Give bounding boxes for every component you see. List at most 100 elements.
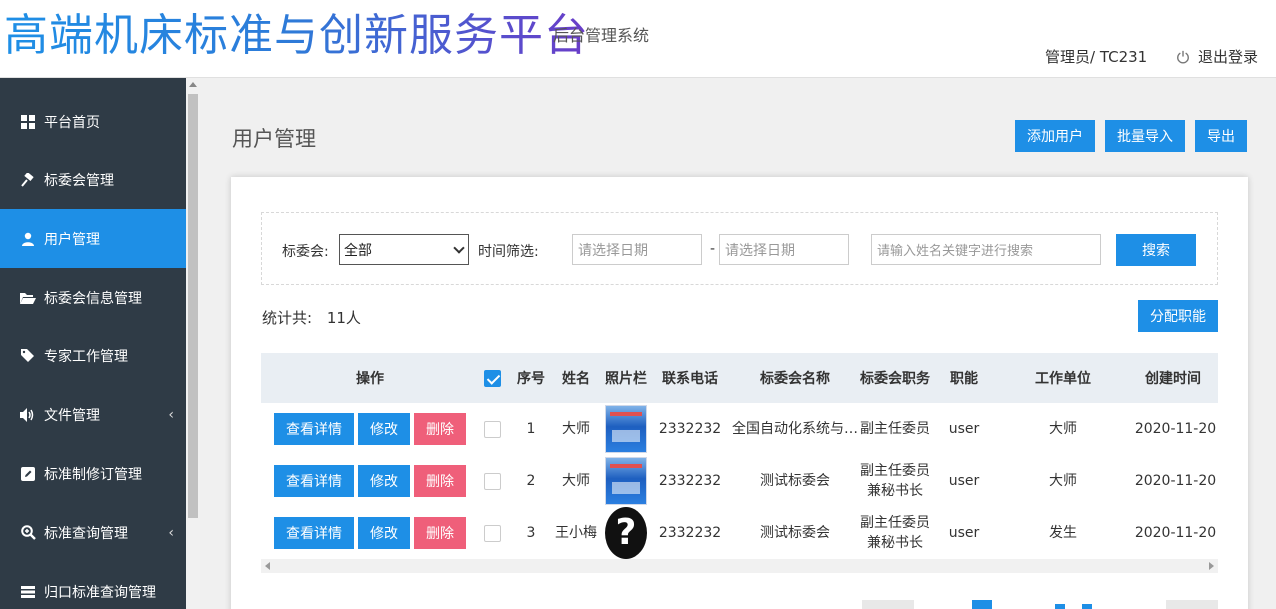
sidebar-item-standard-revision[interactable]: 标准制修订管理: [0, 444, 186, 503]
sidebar-item-label: 用户管理: [44, 231, 100, 248]
table-row: 查看详情 修改 删除 1 大师 2332232 全国自动化系统与… 副主任委员 …: [261, 403, 1218, 455]
view-details-button[interactable]: 查看详情: [274, 517, 354, 549]
cell-company: 大师: [1049, 473, 1077, 489]
stat-count: 11人: [326, 309, 361, 327]
scroll-right-arrow-icon[interactable]: [1209, 562, 1214, 570]
sidebar-item-home[interactable]: 平台首页: [0, 92, 186, 151]
page-title: 用户管理: [232, 127, 316, 151]
assign-role-button[interactable]: 分配职能: [1138, 300, 1218, 332]
logout-label: 退出登录: [1198, 48, 1259, 66]
sidebar-item-standard-query[interactable]: 标准查询管理 ‹: [0, 503, 186, 562]
gavel-icon: [20, 172, 36, 188]
edit-icon: [20, 466, 36, 482]
sidebar-item-committee-info[interactable]: 标委会信息管理: [0, 268, 186, 327]
committee-select-value: 全部: [344, 242, 372, 259]
scroll-up-arrow-icon[interactable]: [189, 82, 197, 87]
row-checkbox-cell[interactable]: [479, 455, 505, 507]
table-row: 查看详情 修改 删除 3 王小梅 ? 2332232 测试标委会 副主任委员兼秘…: [261, 507, 1218, 559]
cell-company: 发生: [1049, 525, 1077, 541]
select-all-checkbox[interactable]: [483, 369, 501, 387]
col-position: 标委会职务: [860, 371, 930, 387]
edit-button[interactable]: 修改: [358, 517, 410, 549]
row-checkbox[interactable]: [483, 420, 501, 438]
platform-title: 高端机床标准与创新服务平台: [4, 10, 589, 61]
batch-import-button[interactable]: 批量导入: [1105, 120, 1185, 152]
pagination-current-page[interactable]: [972, 600, 992, 609]
user-photo-thumbnail[interactable]: [605, 457, 647, 505]
filter-bar: 标委会: 全部 时间筛选: 请选择日期 - 请选择日期 请输入姓名关键字进行搜索…: [261, 212, 1218, 285]
question-mark-icon[interactable]: ?: [605, 507, 647, 559]
date-end-input[interactable]: 请选择日期: [719, 234, 849, 265]
row-checkbox-cell[interactable]: [479, 507, 505, 559]
row-checkbox[interactable]: [483, 524, 501, 542]
cell-role: user: [948, 421, 980, 437]
grid-icon: [20, 114, 36, 130]
pagination-page[interactable]: [1082, 604, 1092, 609]
power-icon: [1177, 50, 1189, 63]
col-created: 创建时间: [1145, 371, 1201, 387]
content-panel: 标委会: 全部 时间筛选: 请选择日期 - 请选择日期 请输入姓名关键字进行搜索…: [231, 177, 1248, 609]
col-ops: 操作: [356, 371, 384, 387]
delete-button[interactable]: 删除: [414, 465, 466, 497]
logout-button[interactable]: 退出登录: [1176, 46, 1258, 67]
scroll-left-arrow-icon[interactable]: [265, 562, 270, 570]
chevron-left-icon: ‹: [168, 406, 174, 423]
sidebar-item-users[interactable]: 用户管理: [0, 209, 186, 268]
sidebar-item-label: 标准制修订管理: [44, 466, 142, 483]
folder-open-icon: [20, 290, 36, 306]
sidebar: 平台首页 标委会管理 用户管理 标委会信息管理 专家工作管理 文件管理 ‹ 标准…: [0, 78, 186, 609]
cell-role: user: [948, 473, 980, 489]
cell-seq: 1: [526, 421, 536, 437]
col-role: 职能: [950, 371, 978, 387]
sidebar-scrollbar[interactable]: [186, 78, 200, 609]
pagination-first[interactable]: [862, 600, 914, 609]
tags-icon: [20, 348, 36, 364]
edit-button[interactable]: 修改: [358, 465, 410, 497]
platform-subtitle: 后台管理系统: [553, 26, 650, 45]
view-details-button[interactable]: 查看详情: [274, 413, 354, 445]
scrollbar-thumb[interactable]: [188, 94, 198, 518]
col-name: 姓名: [562, 371, 590, 387]
edit-button[interactable]: 修改: [358, 413, 410, 445]
cell-name: 王小梅: [555, 525, 597, 541]
sidebar-item-expert-work[interactable]: 专家工作管理: [0, 326, 186, 385]
cell-created: 2020-11-20: [1134, 473, 1217, 489]
search-plus-icon: [20, 525, 36, 541]
cell-role: user: [948, 525, 980, 541]
keyword-search-input[interactable]: 请输入姓名关键字进行搜索: [871, 234, 1101, 265]
cell-company: 大师: [1049, 421, 1077, 437]
view-details-button[interactable]: 查看详情: [274, 465, 354, 497]
col-select-all[interactable]: [479, 353, 505, 403]
chevron-left-icon: ‹: [168, 524, 174, 541]
cell-name: 大师: [562, 473, 590, 489]
cell-photo: ?: [601, 507, 651, 559]
sidebar-item-label: 归口标准查询管理: [44, 584, 156, 601]
sidebar-item-label: 平台首页: [44, 114, 100, 131]
col-company: 工作单位: [1035, 371, 1091, 387]
col-seq: 序号: [517, 371, 545, 387]
cell-seq: 3: [526, 525, 536, 541]
search-button[interactable]: 搜索: [1116, 234, 1196, 266]
date-range-separator: -: [710, 241, 716, 257]
date-start-input[interactable]: 请选择日期: [572, 234, 702, 265]
col-photo: 照片栏: [605, 371, 647, 387]
cell-position: 副主任委员兼秘书长: [860, 463, 930, 499]
delete-button[interactable]: 删除: [414, 517, 466, 549]
add-user-button[interactable]: 添加用户: [1015, 120, 1095, 152]
user-photo-thumbnail[interactable]: [605, 405, 647, 453]
committee-select[interactable]: 全部: [339, 234, 469, 265]
pagination-last[interactable]: [1166, 600, 1218, 609]
sidebar-item-label: 文件管理: [44, 407, 100, 424]
chevron-down-icon: [453, 242, 465, 254]
table-row: 查看详情 修改 删除 2 大师 2332232 测试标委会 副主任委员兼秘书长 …: [261, 455, 1218, 507]
row-checkbox-cell[interactable]: [479, 403, 505, 455]
table-horizontal-scrollbar[interactable]: [261, 559, 1218, 573]
pagination-page[interactable]: [1055, 604, 1065, 609]
row-checkbox[interactable]: [483, 472, 501, 490]
sidebar-item-committee[interactable]: 标委会管理: [0, 150, 186, 209]
cell-phone: 2332232: [658, 421, 722, 437]
sidebar-item-central-standard-query[interactable]: 归口标准查询管理: [0, 562, 186, 609]
delete-button[interactable]: 删除: [414, 413, 466, 445]
export-button[interactable]: 导出: [1195, 120, 1247, 152]
sidebar-item-files[interactable]: 文件管理 ‹: [0, 385, 186, 444]
